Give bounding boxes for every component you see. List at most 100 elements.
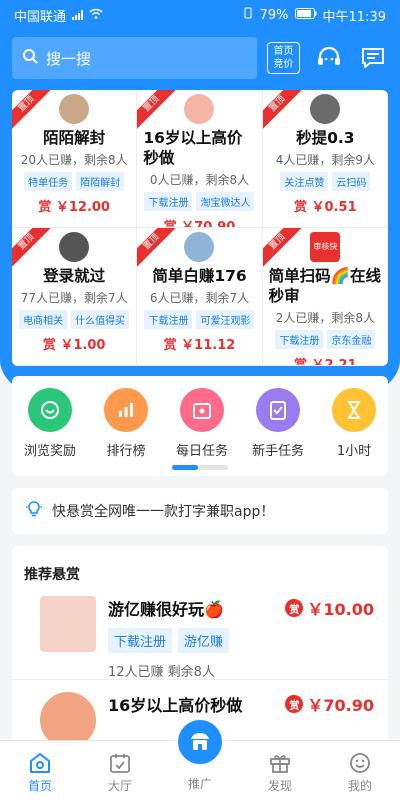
daily-task-icon xyxy=(180,388,224,432)
search-input[interactable]: 搜一搜 xyxy=(12,37,257,79)
avatar xyxy=(310,94,341,124)
search-icon xyxy=(22,48,38,68)
calendar-icon xyxy=(80,749,160,777)
task-tag: 关注点赞 xyxy=(280,172,329,191)
tab-discover[interactable]: 发现 xyxy=(240,741,320,800)
task-tags: 下载注册 可爱汪观影 xyxy=(143,310,255,329)
menu-item[interactable]: 排行榜 xyxy=(88,388,164,459)
tab-label: 大厅 xyxy=(107,779,132,793)
task-tag: 云扫码 xyxy=(332,172,371,191)
battery-icon xyxy=(294,7,317,23)
reward-badge-icon: 赏 xyxy=(285,695,304,713)
gift-icon xyxy=(240,749,320,777)
message-icon[interactable] xyxy=(358,43,388,73)
tab-hall[interactable]: 大厅 xyxy=(80,741,160,800)
menu-label: 浏览奖励 xyxy=(23,444,76,459)
notice-text: 快悬赏全网唯一一款打字兼职app！ xyxy=(52,504,275,520)
task-tags: 下载注册 游亿赚 xyxy=(108,628,376,653)
carrier-label: 中国联通 xyxy=(14,9,67,25)
lightbulb-icon xyxy=(24,499,44,523)
task-tags: 下载注册 淘宝微达人 xyxy=(143,192,255,211)
task-tag: 电商相关 xyxy=(19,310,68,329)
featured-task-card[interactable]: 置顶 秒提0.3 4人已赚，剩余9人 关注点赞 云扫码 赏 ￥0.51 xyxy=(262,90,388,228)
browse-reward-icon xyxy=(28,388,72,432)
wifi-icon xyxy=(89,8,103,23)
tab-label: 首页 xyxy=(27,779,52,793)
home-bid-button[interactable]: 首页 竞价 xyxy=(266,42,301,74)
hourglass-icon xyxy=(332,388,376,432)
ranking-icon xyxy=(104,388,148,432)
signal-icon xyxy=(72,10,84,20)
avatar xyxy=(184,94,215,124)
store-icon[interactable] xyxy=(175,717,225,767)
task-reward: 赏 ￥0.51 xyxy=(294,200,357,215)
task-reward: 赏 ￥11.12 xyxy=(163,338,236,353)
tab-label: 推广 xyxy=(187,777,212,791)
featured-task-card[interactable]: 置顶 陌陌解封 20人已赚，剩余8人 特单任务 陌陌解封 赏 ￥12.00 xyxy=(12,90,138,228)
featured-task-card[interactable]: 置顶 登录就过 77人已赚，剩余7人 电商相关 什么值得买 赏 ￥1.00 xyxy=(12,228,138,366)
customer-service-icon[interactable] xyxy=(314,43,344,73)
task-tag: 下载注册 xyxy=(108,628,173,653)
task-tag: 可爱汪观影 xyxy=(196,310,255,329)
featured-task-card[interactable]: 置顶 审核快 简单扫码🌈在线秒审 2人已赚，剩余8人 下载注册 京东金融 赏 ￥2… xyxy=(262,228,388,366)
section-title: 推荐悬赏 xyxy=(24,567,80,583)
notice-bar[interactable]: 快悬赏全网唯一一款打字兼职app！ xyxy=(12,488,388,534)
task-progress: 4人已赚，剩余9人 xyxy=(275,153,375,167)
reward-amount: ￥70.90 xyxy=(307,696,374,715)
task-title: 登录就过 xyxy=(43,267,106,285)
tab-label: 发现 xyxy=(267,779,292,793)
task-tags: 特单任务 陌陌解封 xyxy=(18,172,130,191)
task-reward: 赏 ￥10.00 xyxy=(285,596,374,620)
task-progress: 2人已赚，剩余8人 xyxy=(275,311,375,325)
battery-percent: 79% xyxy=(259,7,289,23)
avatar: 审核快 xyxy=(310,232,341,262)
menu-item[interactable]: 浏览奖励 xyxy=(12,388,88,459)
tab-mine[interactable]: 我的 xyxy=(320,741,400,800)
menu-item[interactable]: 新手任务 xyxy=(240,388,316,459)
tab-promote[interactable]: 推广 xyxy=(160,717,240,800)
newbie-task-icon xyxy=(256,388,300,432)
list-item[interactable]: 游亿赚很好玩🍎 下载注册 游亿赚 12人已赚 剩余8人 赏 ￥10.00 xyxy=(12,584,388,680)
task-tag: 游亿赚 xyxy=(178,628,230,653)
task-thumbnail xyxy=(40,692,96,746)
task-progress: 0人已赚，剩余8人 xyxy=(149,173,250,187)
reward-amount: ￥10.00 xyxy=(307,600,374,619)
task-reward: 赏 ￥1.00 xyxy=(42,338,106,353)
task-tag: 特单任务 xyxy=(24,172,73,191)
menu-label: 排行榜 xyxy=(106,444,146,459)
menu-label: 新手任务 xyxy=(251,444,304,459)
task-reward: 赏 ￥12.00 xyxy=(38,200,110,215)
task-tag: 下载注册 xyxy=(275,330,324,349)
tab-home[interactable]: 首页 xyxy=(0,741,80,800)
task-tag: 淘宝微达人 xyxy=(196,192,255,211)
task-tag: 下载注册 xyxy=(144,192,193,211)
menu-item[interactable]: 每日任务 xyxy=(164,388,240,459)
task-reward: 赏 ￥70.90 xyxy=(285,692,374,716)
avatar xyxy=(59,232,90,262)
menu-scroll-indicator xyxy=(172,465,228,470)
task-title: 秒提0.3 xyxy=(296,129,355,147)
task-progress: 20人已赚，剩余8人 xyxy=(20,153,128,167)
featured-task-card[interactable]: 置顶 16岁以上高价秒做 0人已赚，剩余8人 下载注册 淘宝微达人 赏 ￥70.9… xyxy=(137,90,263,228)
featured-task-card[interactable]: 置顶 简单白赚176 6人已赚，剩余7人 下载注册 可爱汪观影 赏 ￥11.12 xyxy=(137,228,263,366)
task-tags: 下载注册 京东金融 xyxy=(269,330,382,349)
tab-label: 我的 xyxy=(347,779,372,793)
avatar xyxy=(184,232,215,262)
task-tag: 什么值得买 xyxy=(71,310,130,329)
task-tag: 京东金融 xyxy=(327,330,376,349)
home-bid-line1: 首页 xyxy=(273,46,294,57)
recommended-section: 推荐悬赏 游亿赚很好玩🍎 下载注册 游亿赚 12人已赚 剩余8人 赏 ￥10.00… xyxy=(12,546,388,746)
menu-label: 1小时 xyxy=(336,444,372,459)
home-icon xyxy=(0,749,80,777)
header-row: 搜一搜 首页 竞价 xyxy=(12,37,388,79)
status-bar: 中国联通 79% 中午11:39 xyxy=(0,0,400,30)
task-title: 简单扫码🌈在线秒审 xyxy=(268,267,381,305)
task-progress: 77人已赚，剩余7人 xyxy=(20,291,128,305)
task-tags: 关注点赞 云扫码 xyxy=(269,172,382,191)
task-title: 16岁以上高价秒做 xyxy=(143,129,243,167)
task-progress: 6人已赚，剩余7人 xyxy=(149,291,250,305)
featured-tasks-grid: 置顶 陌陌解封 20人已赚，剩余8人 特单任务 陌陌解封 赏 ￥12.00 置顶 … xyxy=(12,90,388,366)
task-reward: 赏 ￥2.21 xyxy=(294,358,357,366)
task-tag: 下载注册 xyxy=(144,310,193,329)
menu-item[interactable]: 1小时 xyxy=(316,388,388,459)
